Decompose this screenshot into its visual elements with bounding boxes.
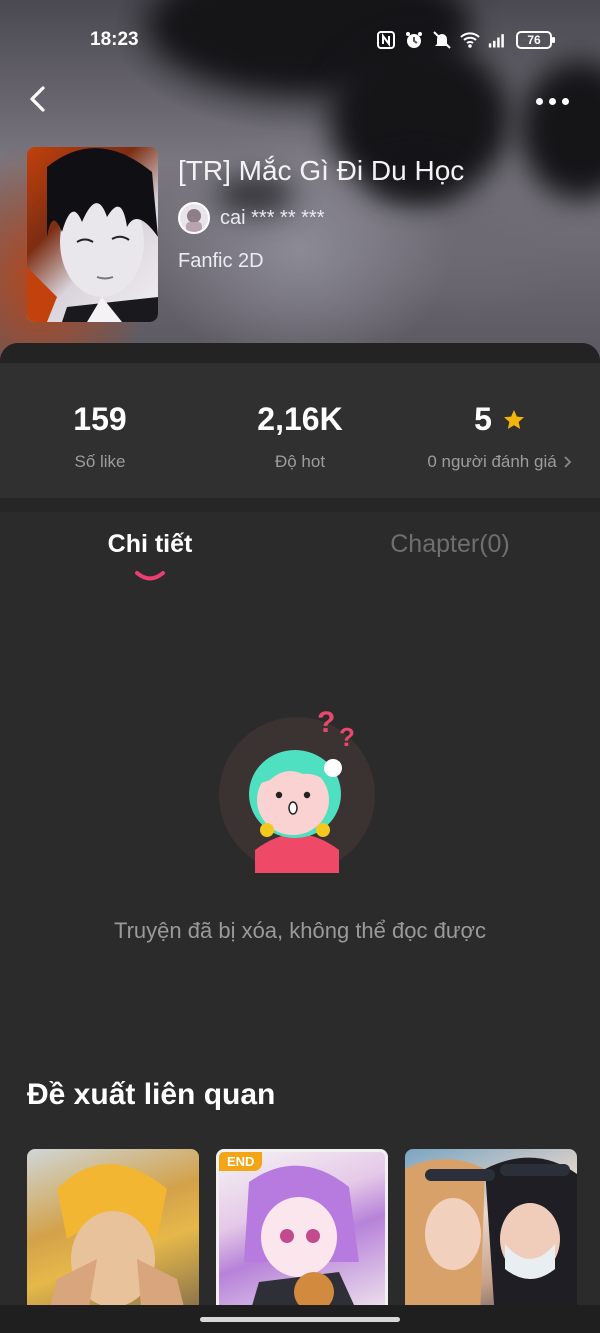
mute-icon [433, 31, 451, 49]
stat-likes: 159 Số like [0, 363, 200, 498]
chevron-right-icon [564, 456, 571, 468]
signal-icon [488, 34, 504, 48]
related-cover-artwork [47, 1164, 187, 1319]
author-name[interactable]: cai *** ** *** [220, 207, 325, 230]
likes-count: 159 [73, 401, 127, 437]
related-cover-artwork [405, 1157, 577, 1319]
empty-state-message: Truyện đã bị xóa, không thể đọc được [113, 918, 486, 943]
rating-count-row[interactable]: 0 người đánh giá [400, 452, 600, 472]
hot-count: 2,16K [257, 401, 343, 437]
star-icon [503, 409, 524, 429]
rating-value-row: 5 [400, 401, 600, 438]
related-section-title: Đề xuất liên quan [27, 1078, 276, 1111]
hot-label: Độ hot [274, 452, 326, 471]
back-button[interactable] [24, 84, 54, 114]
wifi-icon [460, 32, 480, 48]
rating-value: 5 [474, 401, 492, 437]
more-dots-icon [549, 97, 556, 105]
related-story-card[interactable] [405, 1149, 577, 1319]
tab-active-indicator [135, 571, 165, 581]
related-story-card[interactable] [27, 1149, 199, 1319]
more-dots-icon [536, 97, 543, 105]
status-icons: 76 [376, 30, 555, 50]
stat-rating[interactable]: 5 0 người đánh giá [400, 363, 600, 498]
stat-hot: 2,16K Độ hot [200, 363, 400, 498]
cover-artwork [27, 148, 158, 322]
end-badge: END [219, 1152, 263, 1171]
status-bar: 18:23 76 [0, 24, 600, 58]
battery-icon: 76 [516, 31, 555, 49]
author-avatar[interactable] [178, 202, 210, 234]
stats-card: 159 Số like 2,16K Độ hot 5 0 người đánh … [0, 363, 600, 498]
story-genre: Fanfic 2D [178, 250, 264, 272]
story-header: 18:23 76 [TR] Mắc Gì Đi Du Học cai *** *… [0, 0, 600, 365]
avatar-illustration [186, 209, 202, 232]
likes-label: Số like [74, 452, 126, 471]
confused-girl-illustration: ? ? [219, 706, 375, 873]
svg-text:?: ? [339, 722, 355, 752]
related-list: END [27, 1149, 577, 1319]
svg-text:?: ? [317, 706, 335, 739]
background-blur-shape [520, 60, 600, 200]
more-dots-icon [562, 97, 569, 105]
related-cover-artwork [244, 1165, 359, 1316]
more-options-button[interactable] [536, 94, 572, 108]
rating-count-label: 0 người đánh giá [427, 452, 557, 471]
tab-chapters[interactable]: Chapter(0) [300, 530, 600, 559]
alarm-icon [406, 32, 422, 48]
sheet-top-strip [0, 343, 600, 363]
section-divider [0, 498, 600, 512]
status-time: 18:23 [90, 29, 139, 50]
tab-bar: Chi tiết Chapter(0) [0, 512, 600, 582]
story-title: [TR] Mắc Gì Đi Du Học [178, 155, 465, 186]
nfc-icon [377, 31, 395, 49]
related-story-card[interactable]: END [216, 1149, 388, 1319]
story-cover-image[interactable] [27, 147, 158, 322]
home-indicator[interactable] [200, 1317, 400, 1322]
tab-details[interactable]: Chi tiết [0, 530, 300, 559]
author-row[interactable]: cai *** ** *** [178, 202, 325, 234]
